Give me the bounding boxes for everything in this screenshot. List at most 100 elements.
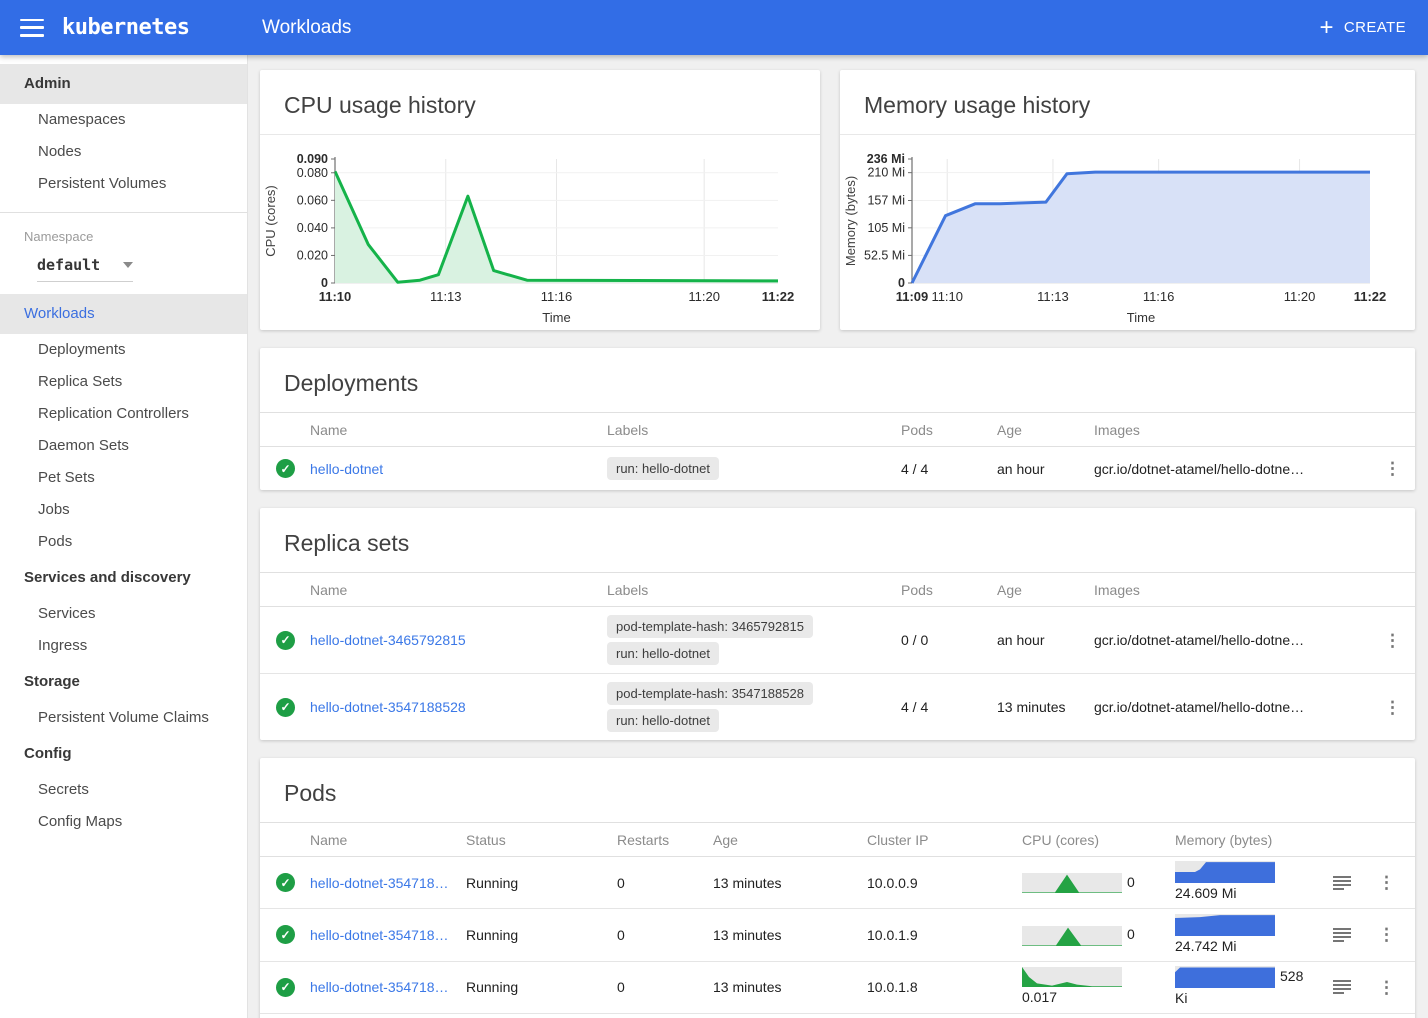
pod-name-link[interactable]: hello-dotnet-354718… [310,875,449,891]
svg-text:0.040: 0.040 [297,221,328,235]
sidebar-item-config-maps[interactable]: Config Maps [0,806,247,838]
sidebar-item-replica-sets[interactable]: Replica Sets [0,366,247,398]
plus-icon: + [1319,18,1333,38]
namespace-caption: Namespace [0,215,247,244]
status-ok-icon: ✓ [276,698,295,717]
app-header: kubernetes Workloads + CREATE [0,0,1428,55]
col-header-age: Age [713,832,867,848]
deployment-name-link[interactable]: hello-dotnet [310,461,383,477]
images-cell: gcr.io/dotnet-atamel/hello-dotne… [1094,461,1363,477]
menu-icon[interactable] [20,19,44,37]
table-row: ✓ hello-dotnet-354718… Running 0 13 minu… [260,857,1415,909]
namespace-select[interactable]: default [37,256,133,282]
cpu-sparkline-chart [1022,926,1122,946]
col-header-labels: Labels [607,422,901,438]
replica-set-name-link[interactable]: hello-dotnet-3547188528 [310,699,466,715]
svg-text:11:13: 11:13 [1037,289,1069,304]
table-row: ✓ hello-dotnet-354718… Running 0 13 minu… [260,909,1415,961]
col-header-age: Age [997,582,1094,598]
sidebar-item-pet-sets[interactable]: Pet Sets [0,462,247,494]
svg-text:11:13: 11:13 [430,289,462,304]
cluster-ip-cell: 10.0.1.8 [867,979,1022,995]
cluster-ip-cell: 10.0.0.9 [867,875,1022,891]
svg-text:105 Mi: 105 Mi [867,221,905,235]
logs-icon[interactable] [1333,979,1351,995]
sidebar-item-jobs[interactable]: Jobs [0,494,247,526]
svg-text:11:20: 11:20 [1284,289,1316,304]
col-header-status: Status [466,832,617,848]
logs-icon[interactable] [1333,927,1351,943]
col-header-restarts: Restarts [617,832,713,848]
deployments-title: Deployments [260,348,1415,412]
create-button[interactable]: + CREATE [1319,18,1406,38]
sidebar-item-nodes[interactable]: Nodes [0,136,247,168]
col-header-images: Images [1094,582,1363,598]
pod-name-link[interactable]: hello-dotnet-354718… [310,927,449,943]
sidebar-item-services[interactable]: Services [0,598,247,630]
sidebar-item-pods[interactable]: Pods [0,526,247,558]
restarts-cell: 0 [617,927,713,943]
col-header-name: Name [276,422,607,438]
status-ok-icon: ✓ [276,459,295,478]
status-cell: Running [466,875,617,891]
sidebar-item-persistent-volume-claims[interactable]: Persistent Volume Claims [0,702,247,734]
sidebar-item-replication-controllers[interactable]: Replication Controllers [0,398,247,430]
kebab-menu-icon[interactable]: ⋮ [1378,695,1407,720]
sidebar-header-storage[interactable]: Storage [0,662,247,702]
cpu-usage-card: CPU usage history 00.0200.0400.0600.0800… [260,70,820,330]
age-cell: 13 minutes [997,699,1094,715]
col-header-labels: Labels [607,582,901,598]
chevron-down-icon [123,262,133,268]
cluster-ip-cell: 10.0.1.9 [867,927,1022,943]
kebab-menu-icon[interactable]: ⋮ [1378,628,1407,653]
sidebar-item-deployments[interactable]: Deployments [0,334,247,366]
svg-text:Time: Time [1127,310,1155,325]
cpu-sparkline-chart [1022,967,1122,987]
svg-text:11:22: 11:22 [1354,289,1387,304]
sidebar-header-config[interactable]: Config [0,734,247,774]
sidebar-item-daemon-sets[interactable]: Daemon Sets [0,430,247,462]
sidebar-header-workloads[interactable]: Workloads [0,294,247,334]
images-cell: gcr.io/dotnet-atamel/hello-dotne… [1094,632,1363,648]
svg-text:0: 0 [321,276,328,290]
table-row: ✓ hello-dotnet run: hello-dotnet 4 / 4 a… [260,447,1415,490]
kebab-menu-icon[interactable]: ⋮ [1378,456,1407,481]
table-row: ✓ hello-dotnet-354718… Running 0 13 minu… [260,1014,1415,1018]
status-ok-icon: ✓ [276,873,295,892]
replica-set-name-link[interactable]: hello-dotnet-3465792815 [310,632,466,648]
svg-text:52.5 Mi: 52.5 Mi [864,248,905,262]
svg-text:0: 0 [898,276,905,290]
sidebar-item-ingress[interactable]: Ingress [0,630,247,662]
svg-text:11:20: 11:20 [688,289,720,304]
svg-text:11:22: 11:22 [762,289,795,304]
label-chip: pod-template-hash: 3547188528 [607,682,813,705]
kebab-menu-icon[interactable]: ⋮ [1372,922,1401,947]
memory-sparkline-chart [1175,966,1275,988]
pods-title: Pods [260,758,1415,822]
age-cell: 13 minutes [713,875,867,891]
pods-card: Pods Name Status Restarts Age Cluster IP… [260,758,1415,1018]
kebab-menu-icon[interactable]: ⋮ [1372,870,1401,895]
create-button-label: CREATE [1344,19,1406,36]
status-ok-icon: ✓ [276,978,295,997]
memory-usage-chart: 052.5 Mi105 Mi157 Mi210 Mi236 Mi11:0911:… [840,149,1400,327]
logs-icon[interactable] [1333,875,1351,891]
memory-chart-title: Memory usage history [840,70,1415,135]
cpu-value: 0 [1127,926,1135,942]
cpu-chart-title: CPU usage history [260,70,820,135]
sidebar-header-services-discovery[interactable]: Services and discovery [0,558,247,598]
kebab-menu-icon[interactable]: ⋮ [1372,975,1401,1000]
sidebar-header-admin[interactable]: Admin [0,64,247,104]
sidebar-item-secrets[interactable]: Secrets [0,774,247,806]
sidebar-item-namespaces[interactable]: Namespaces [0,104,247,136]
pod-name-link[interactable]: hello-dotnet-354718… [310,979,449,995]
age-cell: an hour [997,632,1094,648]
replica-sets-card: Replica sets Name Labels Pods Age Images… [260,508,1415,740]
namespace-value: default [37,256,100,274]
age-cell: an hour [997,461,1094,477]
sidebar-item-persistent-volumes[interactable]: Persistent Volumes [0,168,247,200]
age-cell: 13 minutes [713,979,867,995]
cpu-value: 0.017 [1022,989,1057,1005]
cpu-value: 0 [1127,874,1135,890]
table-row: ✓ hello-dotnet-3547188528 pod-template-h… [260,674,1415,740]
